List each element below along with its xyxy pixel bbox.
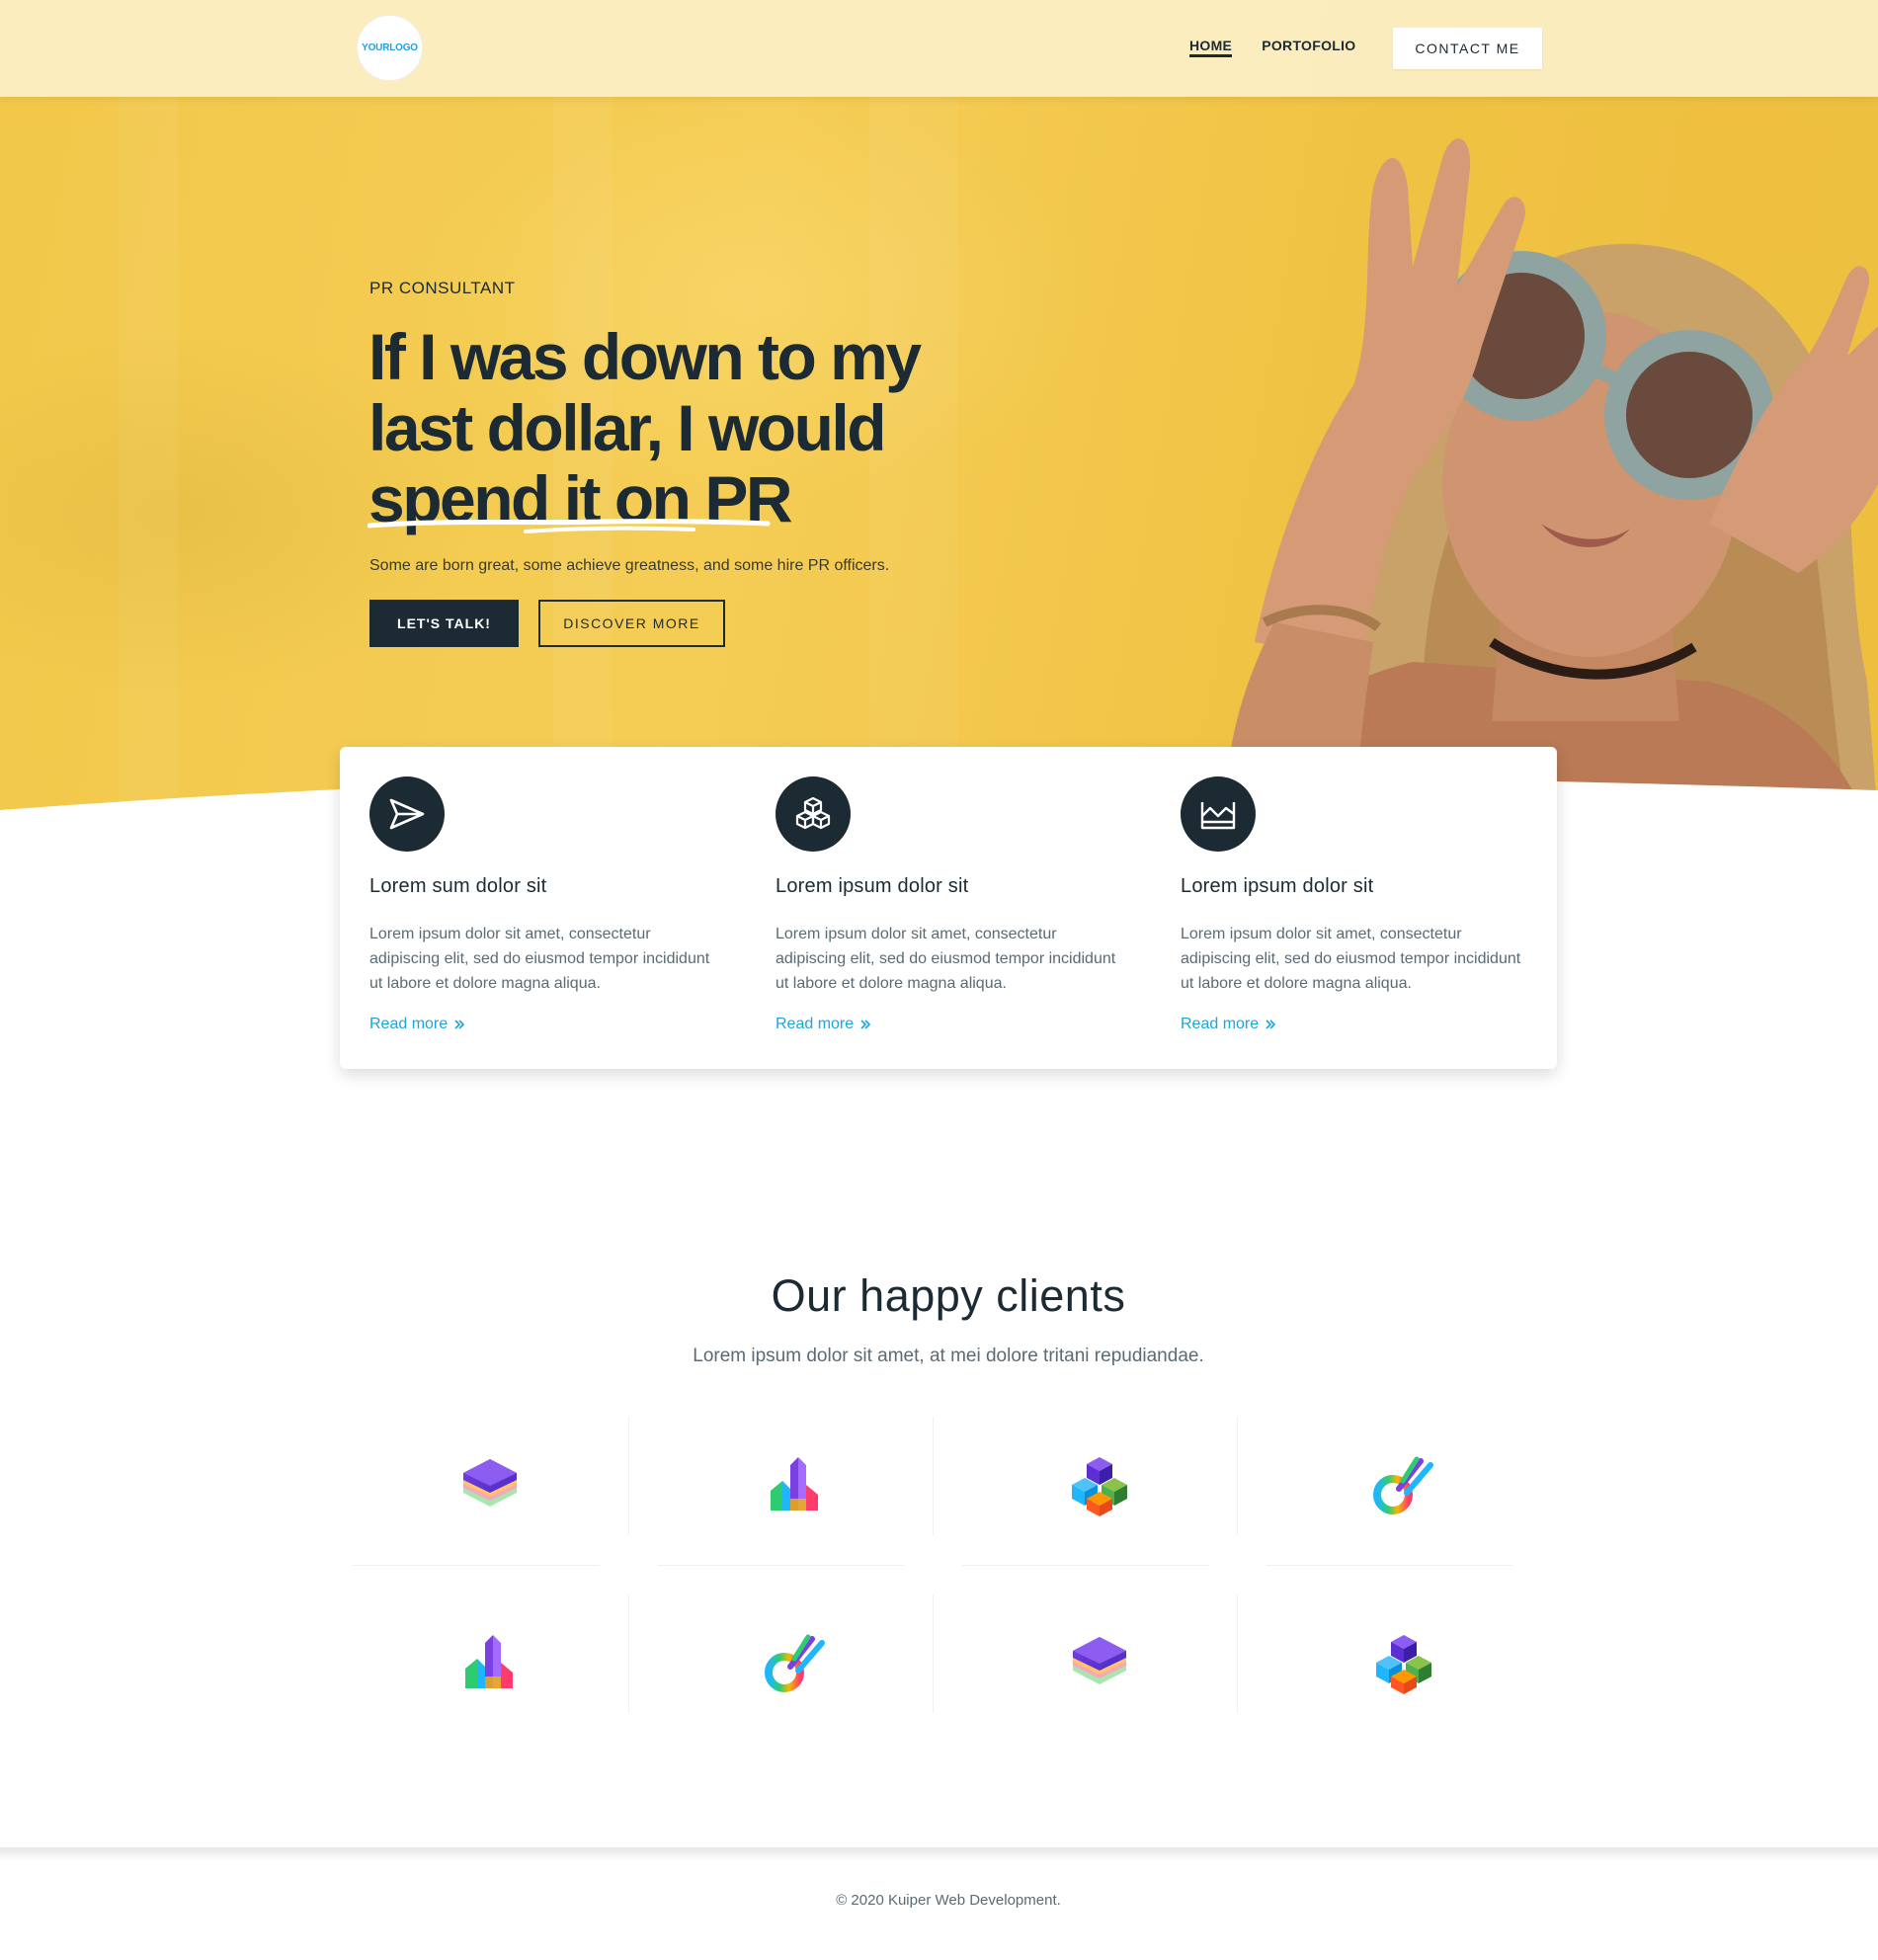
- hero-eyebrow: PR CONSULTANT: [369, 279, 516, 297]
- double-chevron-right-icon: [1266, 1020, 1276, 1029]
- grid-divider: [1237, 1594, 1238, 1713]
- feature-text: Lorem ipsum dolor sit amet, consectetur …: [776, 926, 1116, 992]
- client-logo-swoosh[interactable]: [672, 1594, 919, 1733]
- feature-title: Lorem ipsum dolor sit: [776, 875, 969, 897]
- site-header: YOURLOGO HOME PORTOFOLIO CONTACT ME: [0, 0, 1878, 97]
- double-chevron-right-icon: [860, 1020, 871, 1029]
- feature-title: Lorem sum dolor sit: [369, 875, 547, 897]
- grid-divider: [1237, 1417, 1238, 1535]
- client-logo-cubes[interactable]: [1280, 1594, 1527, 1733]
- hero-subline: Some are born great, some achieve greatn…: [369, 557, 890, 574]
- client-logo-swoosh[interactable]: [1280, 1417, 1527, 1555]
- discover-more-button[interactable]: DISCOVER MORE: [538, 600, 725, 647]
- grid-divider: [962, 1565, 1209, 1566]
- hero-texture: [119, 0, 178, 820]
- paper-plane-icon: [369, 776, 445, 852]
- hero-headline-line: If I was down to my: [368, 320, 922, 393]
- cubes-icon: [776, 776, 851, 852]
- clients-subtitle: Lorem ipsum dolor sit amet, at mei dolor…: [693, 1346, 1204, 1366]
- grid-divider: [628, 1594, 629, 1713]
- features-card: Lorem sum dolor sit Lorem ipsum dolor si…: [340, 747, 1557, 1069]
- layers-logo-icon: [1065, 1629, 1134, 1698]
- grid-divider: [1266, 1565, 1513, 1566]
- client-logo-cubes[interactable]: [976, 1417, 1223, 1555]
- swoosh-logo-icon: [1369, 1451, 1438, 1520]
- client-logo-layers[interactable]: [367, 1417, 613, 1555]
- nav-home-link[interactable]: HOME: [1189, 38, 1233, 57]
- read-more-link[interactable]: Read more: [1181, 1016, 1276, 1033]
- cubes-logo-icon: [1065, 1451, 1134, 1520]
- feature-item: Lorem ipsum dolor sit Lorem ipsum dolor …: [1181, 776, 1536, 1033]
- lets-talk-button[interactable]: LET'S TALK!: [369, 600, 519, 647]
- grid-divider: [933, 1594, 934, 1713]
- towers-logo-icon: [761, 1451, 830, 1520]
- clients-logo-grid: [353, 1417, 1546, 1713]
- grid-divider: [628, 1417, 629, 1535]
- read-more-label: Read more: [776, 1016, 855, 1032]
- main-nav: HOME PORTOFOLIO: [1189, 38, 1356, 57]
- nav-portfolio-link[interactable]: PORTOFOLIO: [1262, 38, 1355, 57]
- client-logo-layers[interactable]: [976, 1594, 1223, 1733]
- site-logo[interactable]: YOURLOGO: [357, 15, 423, 81]
- feature-text: Lorem ipsum dolor sit amet, consectetur …: [369, 926, 710, 992]
- grid-divider: [658, 1565, 905, 1566]
- read-more-label: Read more: [369, 1016, 449, 1032]
- double-chevron-right-icon: [454, 1020, 465, 1029]
- feature-item: Lorem sum dolor sit Lorem ipsum dolor si…: [369, 776, 725, 1033]
- hero-headline: If I was down to my last dollar, I would…: [368, 321, 981, 534]
- swoosh-logo-icon: [761, 1629, 830, 1698]
- grid-divider: [353, 1565, 600, 1566]
- hero-headline-line: last dollar, I would: [368, 391, 887, 464]
- hero-portrait-image: [1225, 138, 1878, 820]
- feature-item: Lorem ipsum dolor sit Lorem ipsum dolor …: [776, 776, 1131, 1033]
- towers-logo-icon: [455, 1629, 525, 1698]
- read-more-label: Read more: [1181, 1016, 1260, 1032]
- clients-title: Our happy clients: [771, 1270, 1126, 1321]
- feature-text: Lorem ipsum dolor sit amet, consectetur …: [1181, 926, 1521, 992]
- cubes-logo-icon: [1369, 1629, 1438, 1698]
- client-logo-towers[interactable]: [672, 1417, 919, 1555]
- grid-divider: [933, 1417, 934, 1535]
- feature-title: Lorem ipsum dolor sit: [1181, 875, 1374, 897]
- contact-me-button[interactable]: CONTACT ME: [1393, 28, 1542, 69]
- footer-divider: [0, 1847, 1878, 1861]
- read-more-link[interactable]: Read more: [776, 1016, 871, 1033]
- client-logo-towers[interactable]: [367, 1594, 613, 1733]
- read-more-link[interactable]: Read more: [369, 1016, 465, 1033]
- layers-logo-icon: [455, 1451, 525, 1520]
- brush-underline-decoration: [367, 519, 771, 533]
- area-chart-icon: [1181, 776, 1256, 852]
- footer-copyright: © 2020 Kuiper Web Development.: [836, 1892, 1061, 1909]
